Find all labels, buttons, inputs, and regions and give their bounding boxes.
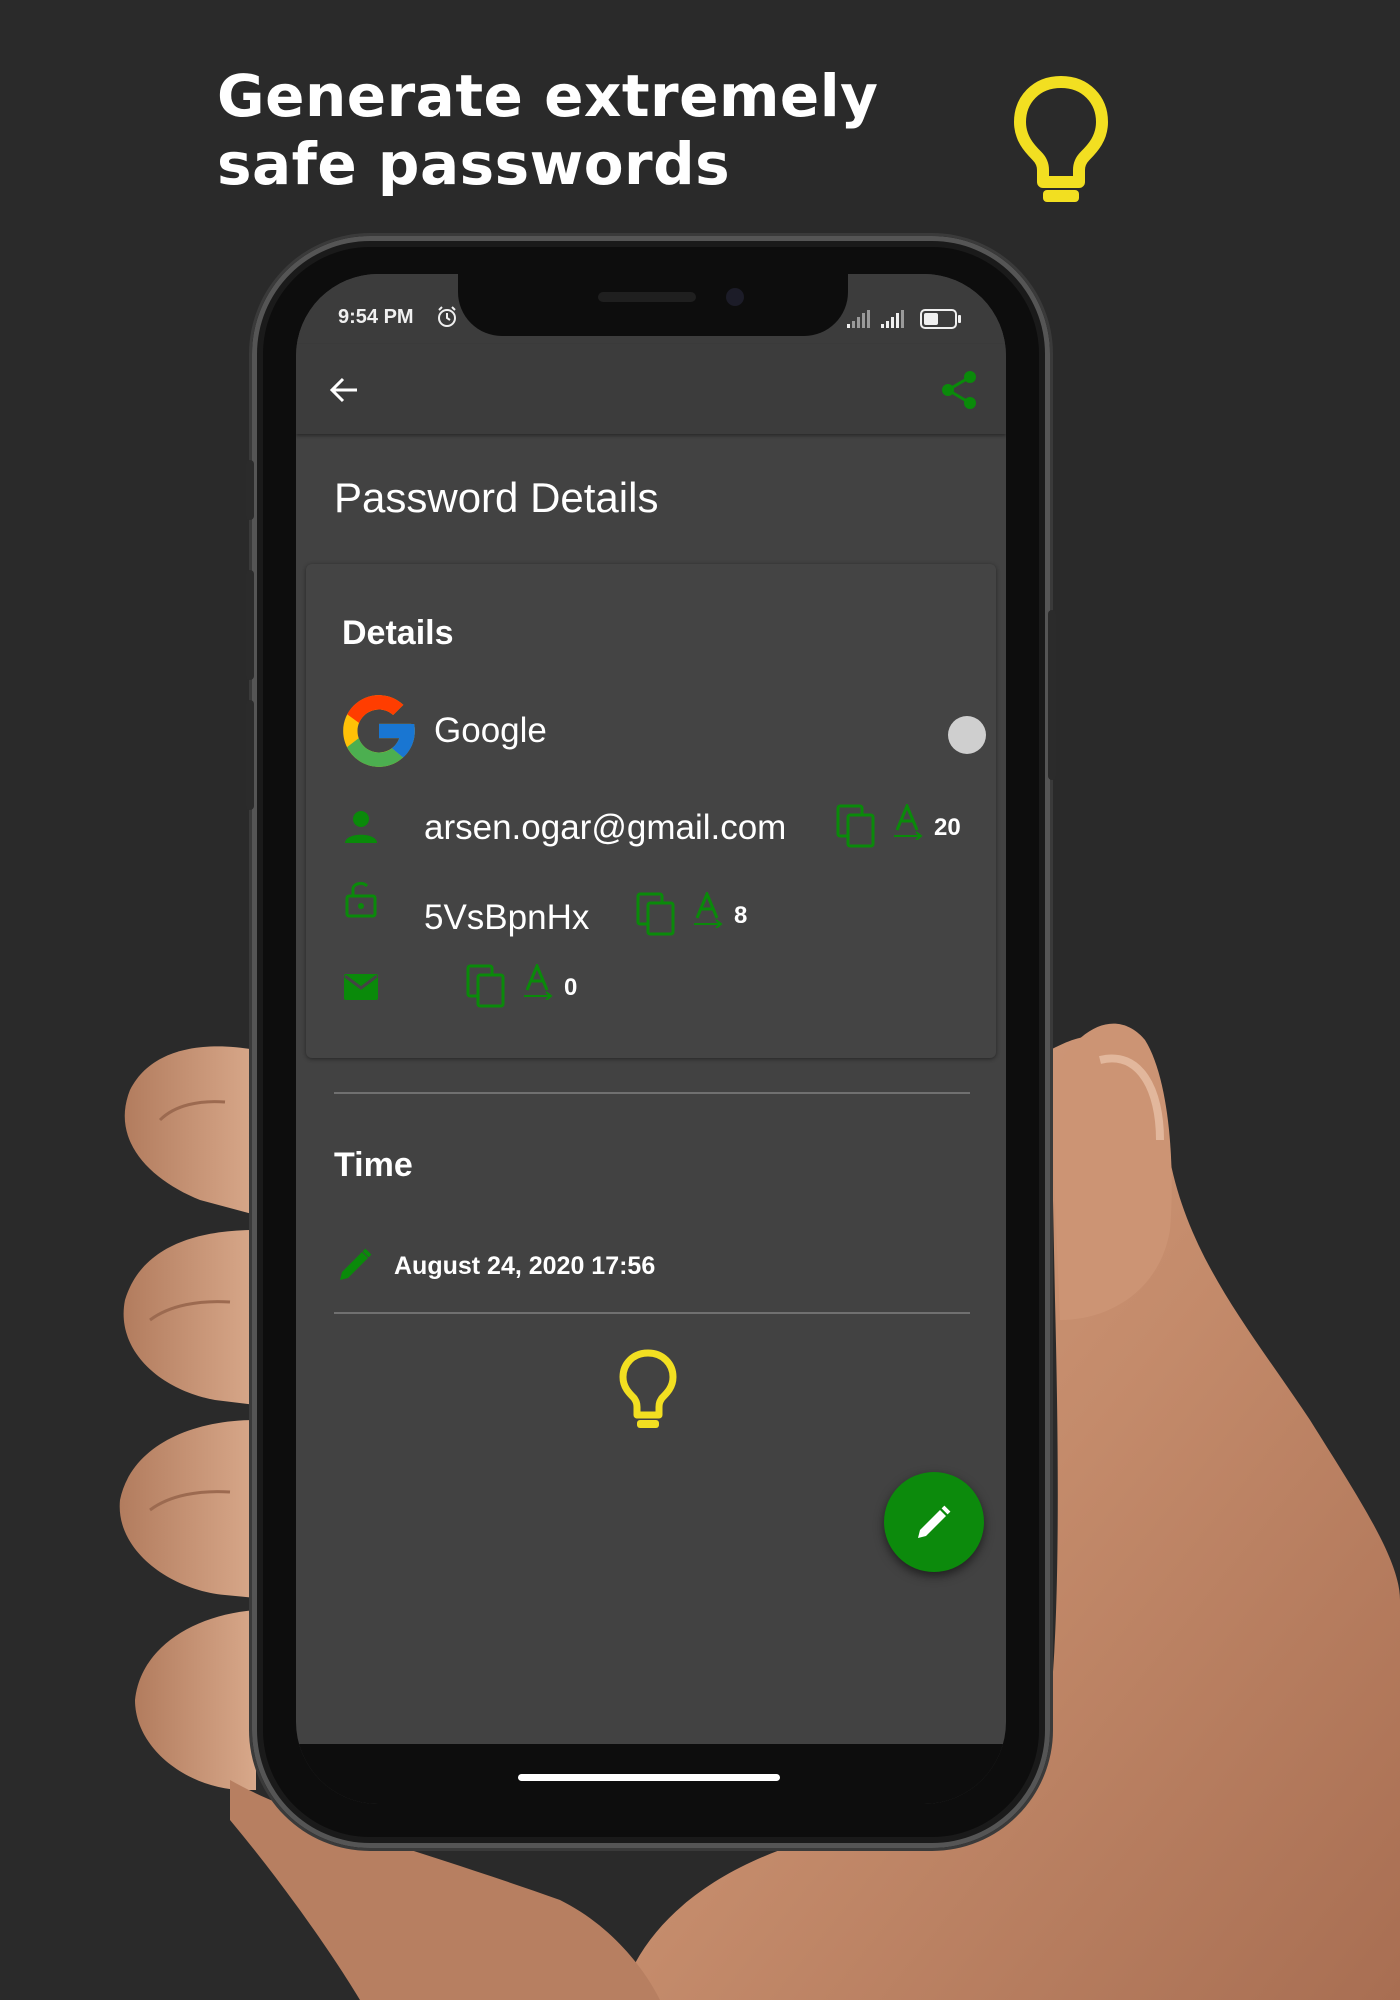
modified-date: August 24, 2020 17:56	[394, 1252, 656, 1280]
google-logo	[343, 695, 415, 767]
person-icon	[345, 811, 377, 843]
phone-notch	[458, 274, 848, 336]
text-length-icon	[894, 804, 923, 840]
signal-icon	[847, 310, 870, 328]
text-length-icon	[694, 892, 723, 928]
details-card: Details Google arsen.ogar@gmail.com 20 5…	[306, 564, 996, 1058]
text-length-icon	[524, 964, 553, 1000]
phone-power-button	[1048, 610, 1056, 780]
share-icon[interactable]	[940, 370, 978, 410]
status-bar: 9:54 PM	[296, 274, 1006, 344]
lock-open-icon	[345, 881, 377, 918]
arrow-back-icon[interactable]	[328, 374, 360, 406]
edit-icon	[918, 1505, 951, 1538]
alarm-icon	[438, 306, 456, 327]
site-name: Google	[434, 711, 547, 750]
lightbulb-icon	[619, 1349, 677, 1428]
copy-icon[interactable]	[836, 804, 876, 848]
mail-icon	[344, 974, 378, 1000]
email-length: 0	[564, 974, 578, 1001]
app-bar	[296, 344, 1006, 434]
battery-icon	[920, 309, 961, 329]
divider	[334, 1092, 970, 1094]
phone-camera	[726, 288, 744, 306]
password-value: 5VsBpnHx	[424, 898, 590, 937]
phone-volume-down-button	[246, 700, 254, 810]
copy-icon[interactable]	[636, 892, 676, 936]
status-time: 9:54 PM	[338, 306, 414, 328]
phone-volume-up-button	[246, 570, 254, 680]
phone-mute-button	[246, 460, 254, 520]
phone-screen: 9:54 PM Password Details Details Google …	[296, 274, 1006, 1804]
signal-icon	[881, 310, 904, 328]
username-value: arsen.ogar@gmail.com	[424, 808, 787, 847]
divider	[334, 1312, 970, 1314]
edit-button[interactable]	[884, 1472, 984, 1572]
details-section-title: Details	[342, 614, 454, 652]
copy-icon[interactable]	[466, 964, 506, 1008]
favorite-toggle[interactable]	[948, 716, 986, 754]
phone-speaker	[598, 292, 696, 302]
time-section-title: Time	[334, 1146, 413, 1184]
username-length: 20	[934, 814, 961, 841]
home-indicator[interactable]	[518, 1774, 780, 1781]
page-title: Password Details	[334, 474, 659, 521]
password-length: 8	[734, 902, 748, 929]
edit-icon	[340, 1248, 372, 1280]
